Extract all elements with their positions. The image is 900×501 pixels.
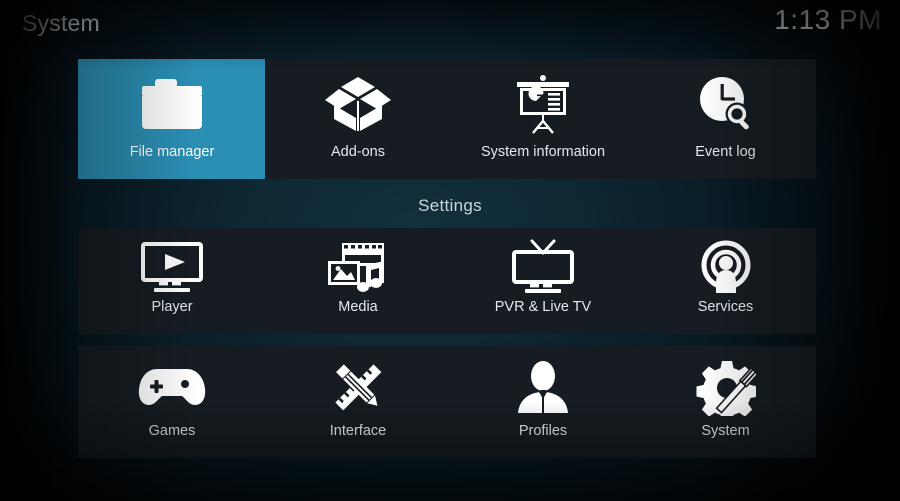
top-tile-row: File manager Add-ons System information … xyxy=(78,59,816,179)
settings-tile-row-2: Games Interface Profiles System xyxy=(78,346,816,458)
clock-search-icon xyxy=(694,65,758,143)
kodi-system-screen: System 1:13 PM File manager Add-ons Syst… xyxy=(0,0,900,501)
tile-games[interactable]: Games xyxy=(78,346,266,458)
tile-label: Player xyxy=(151,299,193,315)
gamepad-icon xyxy=(138,352,206,422)
settings-tile-row-1: Player Media PVR & Live TV Services xyxy=(78,228,816,334)
tile-label: Media xyxy=(338,299,378,315)
presentation-icon xyxy=(511,65,575,143)
tile-label: System information xyxy=(480,144,606,160)
tile-event-log[interactable]: Event log xyxy=(635,59,816,179)
tile-media[interactable]: Media xyxy=(265,228,451,334)
tile-label: System xyxy=(701,423,750,439)
tile-system-information[interactable]: System information xyxy=(450,59,636,179)
media-library-icon xyxy=(326,234,390,300)
broadcast-person-icon xyxy=(697,234,755,300)
tile-label: Services xyxy=(697,299,754,315)
tile-label: PVR & Live TV xyxy=(494,299,592,315)
settings-section-header: Settings xyxy=(418,196,482,215)
tile-interface[interactable]: Interface xyxy=(265,346,451,458)
tile-label: Profiles xyxy=(518,423,568,439)
pencil-ruler-icon xyxy=(328,352,388,422)
tile-label: Games xyxy=(148,423,196,439)
tile-file-manager[interactable]: File manager xyxy=(78,59,266,179)
tile-system[interactable]: System xyxy=(635,346,816,458)
tile-player[interactable]: Player xyxy=(78,228,266,334)
tile-profiles[interactable]: Profiles xyxy=(450,346,636,458)
header-bar: System 1:13 PM xyxy=(0,0,900,50)
tile-label: File manager xyxy=(129,144,215,160)
tile-services[interactable]: Services xyxy=(635,228,816,334)
person-bust-icon xyxy=(514,352,572,422)
page-title: System xyxy=(22,10,100,36)
clock: 1:13 PM xyxy=(774,4,882,35)
tile-pvr-live-tv[interactable]: PVR & Live TV xyxy=(450,228,636,334)
folder-icon xyxy=(136,65,208,143)
open-box-icon xyxy=(323,65,393,143)
tv-antenna-icon xyxy=(510,234,576,300)
gear-screwdriver-icon xyxy=(696,352,756,422)
tile-add-ons[interactable]: Add-ons xyxy=(265,59,451,179)
monitor-play-icon xyxy=(139,234,205,300)
tile-label: Interface xyxy=(329,423,387,439)
tile-label: Event log xyxy=(695,144,756,160)
tile-label: Add-ons xyxy=(330,144,385,160)
